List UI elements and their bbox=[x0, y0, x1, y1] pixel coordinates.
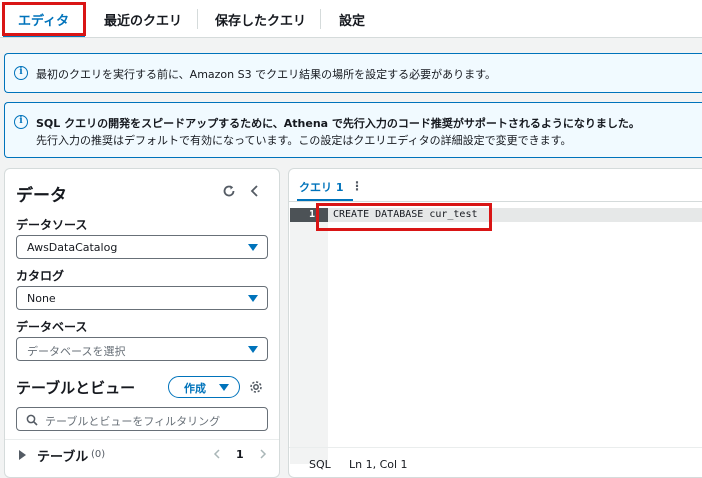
page-number: 1 bbox=[236, 448, 244, 461]
table-filter-input[interactable]: テーブルとビューをフィルタリング bbox=[16, 407, 268, 431]
autocomplete-body: 先行入力の推奨はデフォルトで有効になっています。この設定はクエリエディタの詳細設… bbox=[36, 134, 572, 147]
highlight-box-editor-tab bbox=[2, 2, 86, 36]
catalog-select[interactable]: None bbox=[16, 286, 268, 310]
tables-section-label[interactable]: テーブル bbox=[37, 446, 88, 465]
s3-notice-alert: i 最初のクエリを実行する前に、Amazon S3 でクエリ結果の場所を設定する… bbox=[4, 53, 702, 93]
catalog-label: カタログ bbox=[16, 269, 65, 283]
more-options-icon[interactable]: ⋮ bbox=[351, 179, 363, 193]
tab-saved-queries[interactable]: 保存したクエリ bbox=[215, 10, 306, 29]
create-button[interactable]: 作成 bbox=[168, 376, 240, 398]
autocomplete-title: SQL クエリの開発をスピードアップするために、Athena で先行入力のコード… bbox=[36, 117, 640, 130]
filter-placeholder: テーブルとビューをフィルタリング bbox=[45, 415, 221, 428]
status-language: SQL bbox=[309, 458, 331, 471]
refresh-icon[interactable] bbox=[222, 184, 236, 198]
create-button-label: 作成 bbox=[184, 382, 206, 395]
caret-down-icon bbox=[248, 295, 258, 302]
tab-bar: エディタ 最近のクエリ 保存したクエリ 設定 bbox=[0, 0, 702, 38]
gear-icon[interactable] bbox=[249, 380, 263, 394]
s3-notice-text: 最初のクエリを実行する前に、Amazon S3 でクエリ結果の場所を設定する必要… bbox=[36, 68, 496, 81]
expand-caret-icon[interactable] bbox=[19, 450, 26, 460]
divider bbox=[5, 439, 279, 440]
prev-page-icon[interactable] bbox=[213, 449, 221, 459]
info-icon: i bbox=[14, 115, 28, 129]
datasource-select[interactable]: AwsDataCatalog bbox=[16, 235, 268, 259]
info-icon: i bbox=[14, 66, 28, 80]
caret-down-icon bbox=[248, 244, 258, 251]
catalog-value: None bbox=[27, 292, 56, 305]
database-label: データベース bbox=[16, 320, 88, 334]
search-icon bbox=[26, 414, 38, 426]
datasource-label: データソース bbox=[16, 218, 88, 232]
tab-recent-queries[interactable]: 最近のクエリ bbox=[104, 10, 182, 29]
tab-settings[interactable]: 設定 bbox=[339, 10, 365, 29]
line-number: 1 bbox=[309, 209, 316, 220]
caret-down-icon bbox=[248, 346, 258, 353]
panel-title: データ bbox=[16, 186, 67, 206]
caret-down-icon bbox=[219, 384, 229, 391]
tab-query-1[interactable]: クエリ 1 bbox=[299, 179, 343, 195]
tab-divider bbox=[197, 9, 198, 29]
divider bbox=[289, 447, 702, 448]
tables-count: (0) bbox=[91, 449, 106, 460]
database-placeholder: データベースを選択 bbox=[27, 345, 126, 358]
query-editor-panel: クエリ 1 ⋮ 1 CREATE DATABASE cur_test SQL L… bbox=[288, 168, 702, 478]
data-panel: データ データソース AwsDataCatalog カタログ None データベ… bbox=[4, 168, 280, 478]
next-page-icon[interactable] bbox=[259, 449, 267, 459]
database-select[interactable]: データベースを選択 bbox=[16, 337, 268, 361]
divider bbox=[289, 201, 702, 202]
tab-divider bbox=[320, 9, 321, 29]
highlight-box-code bbox=[316, 203, 492, 231]
autocomplete-alert: i SQL クエリの開発をスピードアップするために、Athena で先行入力のコ… bbox=[4, 102, 702, 158]
datasource-value: AwsDataCatalog bbox=[27, 241, 118, 254]
tables-views-title: テーブルとビュー bbox=[16, 379, 136, 397]
collapse-chevron-icon[interactable] bbox=[250, 185, 260, 197]
status-cursor-position: Ln 1, Col 1 bbox=[349, 458, 408, 471]
line-number-gutter bbox=[290, 209, 328, 464]
